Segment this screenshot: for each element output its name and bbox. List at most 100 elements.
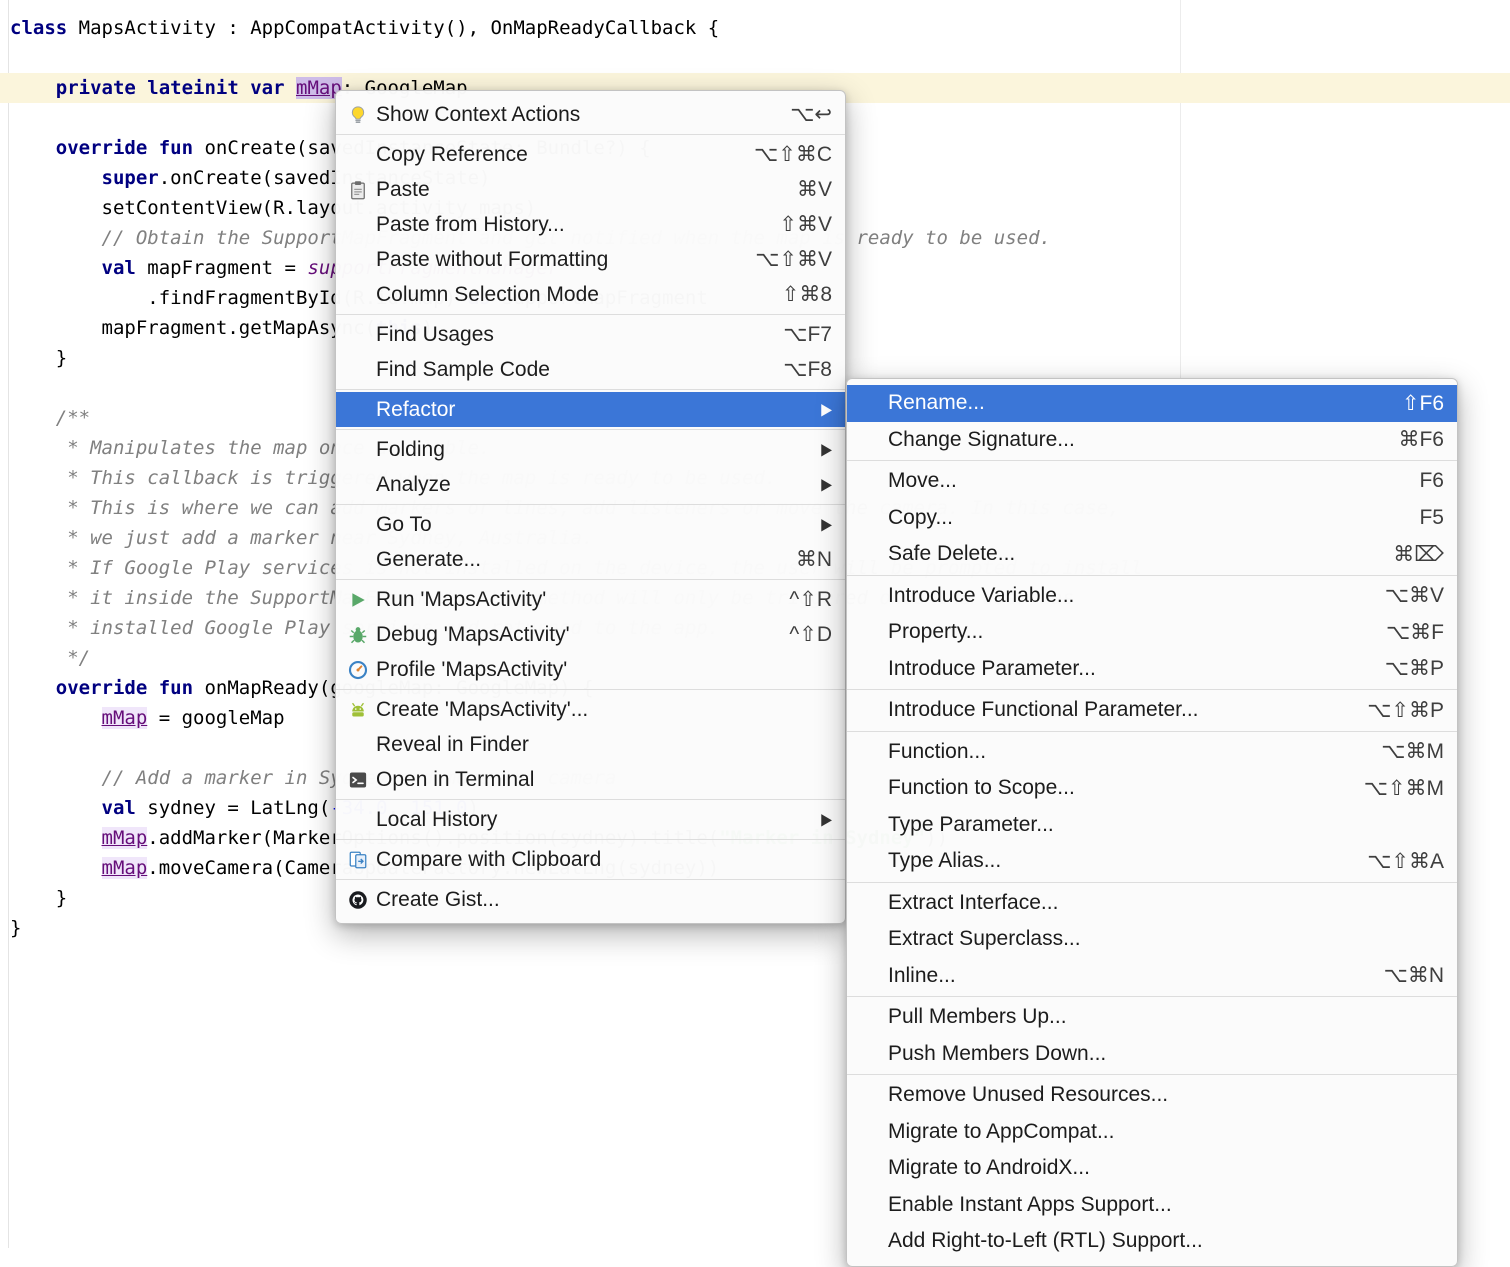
menu-separator [336, 689, 845, 690]
menu-item-add-right-to-left-rtl-support[interactable]: Add Right-to-Left (RTL) Support... [847, 1223, 1457, 1260]
menu-item-change-signature[interactable]: Change Signature...⌘F6 [847, 422, 1457, 459]
menu-item-label: Inline... [888, 964, 1360, 988]
menu-item-compare-with-clipboard[interactable]: Compare with Clipboard [336, 842, 845, 877]
menu-item-type-alias[interactable]: Type Alias... ⌥⇧⌘A [847, 843, 1457, 880]
menu-item-paste-without-formatting[interactable]: Paste without Formatting⌥⇧⌘V [336, 242, 845, 277]
menu-item-label: Paste without Formatting [376, 248, 731, 272]
menu-item-run-mapsactivity[interactable]: Run 'MapsActivity'^⇧R [336, 582, 845, 617]
code-text [10, 677, 56, 699]
menu-item-shortcut: ⌥⇧⌘A [1367, 849, 1444, 874]
menu-item-safe-delete[interactable]: Safe Delete...⌘⌦ [847, 536, 1457, 573]
menu-item-label: Reveal in Finder [376, 733, 832, 757]
menu-item-paste[interactable]: Paste⌘V [336, 172, 845, 207]
menu-item-profile-mapsactivity[interactable]: Profile 'MapsActivity' [336, 652, 845, 687]
menu-item-label: Migrate to AppCompat... [888, 1120, 1444, 1144]
menu-item-introduce-parameter[interactable]: Introduce Parameter...⌥⌘P [847, 651, 1457, 688]
menu-item-debug-mapsactivity[interactable]: Debug 'MapsActivity' ^⇧D [336, 617, 845, 652]
menu-item-shortcut: ⌥F8 [783, 357, 832, 382]
menu-item-extract-interface[interactable]: Extract Interface... [847, 885, 1457, 922]
icon-placeholder [346, 513, 370, 537]
code-text [10, 77, 56, 99]
menu-separator [336, 429, 845, 430]
menu-item-label: Debug 'MapsActivity' [376, 623, 765, 647]
icon-placeholder [346, 323, 370, 347]
menu-item-find-sample-code[interactable]: Find Sample Code⌥F8 [336, 352, 845, 387]
menu-item-rename[interactable]: Rename...⇧F6 [847, 385, 1457, 422]
menu-item-push-members-down[interactable]: Push Members Down... [847, 1036, 1457, 1073]
menu-item-label: Refactor [376, 398, 797, 422]
menu-separator [847, 882, 1457, 883]
menu-item-type-parameter[interactable]: Type Parameter... [847, 807, 1457, 844]
menu-item-label: Type Alias... [888, 849, 1343, 873]
menu-item-open-in-terminal[interactable]: Open in Terminal [336, 762, 845, 797]
menu-item-refactor[interactable]: Refactor ▶ [336, 392, 845, 427]
icon-placeholder [346, 473, 370, 497]
submenu-arrow-icon: ▶ [821, 400, 832, 420]
menu-item-label: Move... [888, 469, 1395, 493]
menu-item-find-usages[interactable]: Find Usages⌥F7 [336, 317, 845, 352]
menu-item-label: Folding [376, 438, 797, 462]
menu-item-label: Find Usages [376, 323, 759, 347]
menu-item-enable-instant-apps-support[interactable]: Enable Instant Apps Support... [847, 1187, 1457, 1224]
menu-item-shortcut: ⌥⌘P [1385, 656, 1444, 681]
menu-item-label: Create 'MapsActivity'... [376, 698, 832, 722]
menu-item-folding[interactable]: Folding▶ [336, 432, 845, 467]
menu-item-go-to[interactable]: Go To▶ [336, 507, 845, 542]
code-line-2 [10, 43, 1510, 73]
menu-item-create-mapsactivity[interactable]: Create 'MapsActivity'... [336, 692, 845, 727]
menu-item-label: Push Members Down... [888, 1042, 1444, 1066]
menu-item-shortcut: ⌥⇧⌘M [1364, 776, 1444, 801]
menu-item-label: Create Gist... [376, 888, 832, 912]
code-text [10, 257, 102, 279]
menu-item-introduce-functional-parameter[interactable]: Introduce Functional Parameter...⌥⇧⌘P [847, 692, 1457, 729]
menu-item-function-to-scope[interactable]: Function to Scope... ⌥⇧⌘M [847, 770, 1457, 807]
comment-token: */ [10, 647, 90, 669]
menu-item-migrate-to-androidx[interactable]: Migrate to AndroidX... [847, 1150, 1457, 1187]
field-usage-highlight: mMap [102, 707, 148, 729]
menu-item-local-history[interactable]: Local History▶ [336, 802, 845, 837]
menu-item-shortcut: ^⇧D [789, 622, 832, 647]
menu-item-introduce-variable[interactable]: Introduce Variable...⌥⌘V [847, 578, 1457, 615]
android-icon [346, 698, 370, 722]
menu-item-property[interactable]: Property...⌥⌘F [847, 614, 1457, 651]
menu-item-shortcut: ⌘F6 [1398, 427, 1444, 452]
menu-item-label: Function to Scope... [888, 776, 1340, 800]
submenu-arrow-icon: ▶ [821, 810, 832, 830]
menu-item-create-gist[interactable]: Create Gist... [336, 882, 845, 917]
gutter-guide-line [8, 0, 9, 1248]
menu-item-label: Generate... [376, 548, 772, 572]
menu-item-inline[interactable]: Inline...⌥⌘N [847, 958, 1457, 995]
menu-item-function[interactable]: Function...⌥⌘M [847, 734, 1457, 771]
menu-item-migrate-to-appcompat[interactable]: Migrate to AppCompat... [847, 1114, 1457, 1151]
keyword-token: val [102, 257, 136, 279]
menu-item-label: Profile 'MapsActivity' [376, 658, 832, 682]
menu-item-analyze[interactable]: Analyze▶ [336, 467, 845, 502]
icon-placeholder [346, 808, 370, 832]
keyword-token: override fun [56, 137, 193, 159]
menu-separator [847, 689, 1457, 690]
code-text [10, 137, 56, 159]
menu-item-column-selection-mode[interactable]: Column Selection Mode⇧⌘8 [336, 277, 845, 312]
menu-item-generate[interactable]: Generate...⌘N [336, 542, 845, 577]
menu-item-show-context-actions[interactable]: Show Context Actions⌥↩ [336, 97, 845, 132]
menu-separator [847, 575, 1457, 576]
menu-item-copy-reference[interactable]: Copy Reference⌥⇧⌘C [336, 137, 845, 172]
menu-item-extract-superclass[interactable]: Extract Superclass... [847, 921, 1457, 958]
menu-item-pull-members-up[interactable]: Pull Members Up... [847, 999, 1457, 1036]
menu-item-shortcut: ⌥⌘F [1386, 620, 1444, 645]
menu-item-shortcut: ⌥↩ [790, 102, 832, 127]
menu-item-shortcut: ⌥⇧⌘C [754, 142, 832, 167]
menu-item-paste-from-history[interactable]: Paste from History...⇧⌘V [336, 207, 845, 242]
icon-placeholder [346, 733, 370, 757]
menu-item-reveal-in-finder[interactable]: Reveal in Finder [336, 727, 845, 762]
code-text [10, 707, 102, 729]
code-line-1: class MapsActivity : AppCompatActivity()… [10, 13, 1510, 43]
code-text: sydney = LatLng( [136, 797, 330, 819]
menu-item-copy[interactable]: Copy...F5 [847, 500, 1457, 537]
menu-item-label: Analyze [376, 473, 797, 497]
menu-item-label: Add Right-to-Left (RTL) Support... [888, 1229, 1444, 1253]
menu-item-remove-unused-resources[interactable]: Remove Unused Resources... [847, 1077, 1457, 1114]
menu-item-move[interactable]: Move...F6 [847, 463, 1457, 500]
keyword-token: override fun [56, 677, 193, 699]
menu-item-label: Function... [888, 740, 1357, 764]
